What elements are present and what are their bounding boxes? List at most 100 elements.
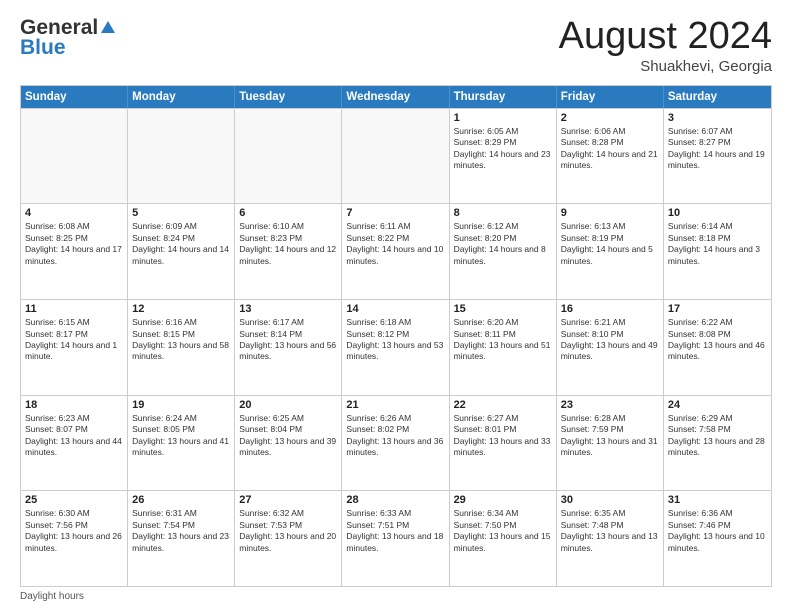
day-number: 19 xyxy=(132,399,230,411)
cell-content: Sunrise: 6:18 AMSunset: 8:12 PMDaylight:… xyxy=(346,317,444,363)
day-number: 16 xyxy=(561,303,659,315)
day-number: 25 xyxy=(25,494,123,506)
day-number: 20 xyxy=(239,399,337,411)
cell-content: Sunrise: 6:11 AMSunset: 8:22 PMDaylight:… xyxy=(346,221,444,267)
calendar-header-cell: Wednesday xyxy=(342,86,449,108)
cell-content: Sunrise: 6:29 AMSunset: 7:58 PMDaylight:… xyxy=(668,413,767,459)
calendar-cell: 21 Sunrise: 6:26 AMSunset: 8:02 PMDayligh… xyxy=(342,396,449,491)
day-number: 7 xyxy=(346,207,444,219)
cell-content: Sunrise: 6:17 AMSunset: 8:14 PMDaylight:… xyxy=(239,317,337,363)
cell-content: Sunrise: 6:21 AMSunset: 8:10 PMDaylight:… xyxy=(561,317,659,363)
calendar-cell: 1Sunrise: 6:05 AMSunset: 8:29 PMDaylight… xyxy=(450,109,557,204)
logo-blue: Blue xyxy=(20,36,66,60)
calendar-cell xyxy=(342,109,449,204)
calendar-header: SundayMondayTuesdayWednesdayThursdayFrid… xyxy=(21,86,771,108)
calendar-header-cell: Friday xyxy=(557,86,664,108)
location: Shuakhevi, Georgia xyxy=(559,58,772,75)
calendar-cell: 2Sunrise: 6:06 AMSunset: 8:28 PMDaylight… xyxy=(557,109,664,204)
month-year: August 2024 xyxy=(559,16,772,58)
cell-content: Sunrise: 6:24 AMSunset: 8:05 PMDaylight:… xyxy=(132,413,230,459)
day-number: 23 xyxy=(561,399,659,411)
header: General Blue August 2024 Shuakhevi, Geor… xyxy=(20,16,772,75)
cell-content: Sunrise: 6:10 AMSunset: 8:23 PMDaylight:… xyxy=(239,221,337,267)
calendar-cell: 26Sunrise: 6:31 AMSunset: 7:54 PMDayligh… xyxy=(128,491,235,586)
calendar-cell: 8 Sunrise: 6:12 AMSunset: 8:20 PMDaylight… xyxy=(450,204,557,299)
cell-content: Sunrise: 6:09 AMSunset: 8:24 PMDaylight:… xyxy=(132,221,230,267)
cell-content: Sunrise: 6:36 AMSunset: 7:46 PMDaylight:… xyxy=(668,508,767,554)
logo: General Blue xyxy=(20,16,118,60)
day-number: 1 xyxy=(454,112,552,124)
day-number: 11 xyxy=(25,303,123,315)
calendar-header-cell: Tuesday xyxy=(235,86,342,108)
day-number: 9 xyxy=(561,207,659,219)
cell-content: Sunrise: 6:23 AMSunset: 8:07 PMDaylight:… xyxy=(25,413,123,459)
cell-content: Sunrise: 6:15 AMSunset: 8:17 PMDaylight:… xyxy=(25,317,123,363)
calendar-header-cell: Sunday xyxy=(21,86,128,108)
calendar-cell: 5Sunrise: 6:09 AMSunset: 8:24 PMDaylight… xyxy=(128,204,235,299)
day-number: 8 xyxy=(454,207,552,219)
day-number: 22 xyxy=(454,399,552,411)
calendar-cell: 15 Sunrise: 6:20 AMSunset: 8:11 PMDayligh… xyxy=(450,300,557,395)
day-number: 29 xyxy=(454,494,552,506)
day-number: 3 xyxy=(668,112,767,124)
calendar-cell xyxy=(235,109,342,204)
calendar-cell: 27Sunrise: 6:32 AMSunset: 7:53 PMDayligh… xyxy=(235,491,342,586)
day-number: 4 xyxy=(25,207,123,219)
day-number: 21 xyxy=(346,399,444,411)
day-number: 10 xyxy=(668,207,767,219)
calendar-body: 1Sunrise: 6:05 AMSunset: 8:29 PMDaylight… xyxy=(21,108,771,586)
cell-content: Sunrise: 6:35 AMSunset: 7:48 PMDaylight:… xyxy=(561,508,659,554)
day-number: 6 xyxy=(239,207,337,219)
day-number: 13 xyxy=(239,303,337,315)
calendar-cell: 4 Sunrise: 6:08 AMSunset: 8:25 PMDaylight… xyxy=(21,204,128,299)
calendar-cell: 3 Sunrise: 6:07 AMSunset: 8:27 PMDaylight… xyxy=(664,109,771,204)
calendar-cell: 30 Sunrise: 6:35 AMSunset: 7:48 PMDayligh… xyxy=(557,491,664,586)
calendar-row: 4 Sunrise: 6:08 AMSunset: 8:25 PMDaylight… xyxy=(21,203,771,299)
calendar-cell: 28Sunrise: 6:33 AMSunset: 7:51 PMDayligh… xyxy=(342,491,449,586)
calendar-header-cell: Saturday xyxy=(664,86,771,108)
calendar: SundayMondayTuesdayWednesdayThursdayFrid… xyxy=(20,85,772,587)
day-number: 15 xyxy=(454,303,552,315)
day-number: 24 xyxy=(668,399,767,411)
cell-content: Sunrise: 6:25 AMSunset: 8:04 PMDaylight:… xyxy=(239,413,337,459)
calendar-cell: 29Sunrise: 6:34 AMSunset: 7:50 PMDayligh… xyxy=(450,491,557,586)
cell-content: Sunrise: 6:12 AMSunset: 8:20 PMDaylight:… xyxy=(454,221,552,267)
day-number: 14 xyxy=(346,303,444,315)
calendar-cell: 12Sunrise: 6:16 AMSunset: 8:15 PMDayligh… xyxy=(128,300,235,395)
calendar-cell: 13 Sunrise: 6:17 AMSunset: 8:14 PMDayligh… xyxy=(235,300,342,395)
day-number: 27 xyxy=(239,494,337,506)
calendar-cell: 11 Sunrise: 6:15 AMSunset: 8:17 PMDayligh… xyxy=(21,300,128,395)
calendar-cell: 16 Sunrise: 6:21 AMSunset: 8:10 PMDayligh… xyxy=(557,300,664,395)
title-block: August 2024 Shuakhevi, Georgia xyxy=(559,16,772,75)
cell-content: Sunrise: 6:08 AMSunset: 8:25 PMDaylight:… xyxy=(25,221,123,267)
day-number: 30 xyxy=(561,494,659,506)
calendar-row: 25Sunrise: 6:30 AMSunset: 7:56 PMDayligh… xyxy=(21,490,771,586)
calendar-cell: 25Sunrise: 6:30 AMSunset: 7:56 PMDayligh… xyxy=(21,491,128,586)
calendar-cell: 18 Sunrise: 6:23 AMSunset: 8:07 PMDayligh… xyxy=(21,396,128,491)
day-number: 31 xyxy=(668,494,767,506)
cell-content: Sunrise: 6:14 AMSunset: 8:18 PMDaylight:… xyxy=(668,221,767,267)
cell-content: Sunrise: 6:16 AMSunset: 8:15 PMDaylight:… xyxy=(132,317,230,363)
day-number: 28 xyxy=(346,494,444,506)
calendar-cell: 24 Sunrise: 6:29 AMSunset: 7:58 PMDayligh… xyxy=(664,396,771,491)
cell-content: Sunrise: 6:13 AMSunset: 8:19 PMDaylight:… xyxy=(561,221,659,267)
calendar-cell: 22Sunrise: 6:27 AMSunset: 8:01 PMDayligh… xyxy=(450,396,557,491)
cell-content: Sunrise: 6:26 AMSunset: 8:02 PMDaylight:… xyxy=(346,413,444,459)
day-number: 26 xyxy=(132,494,230,506)
page: General Blue August 2024 Shuakhevi, Geor… xyxy=(0,0,792,612)
cell-content: Sunrise: 6:20 AMSunset: 8:11 PMDaylight:… xyxy=(454,317,552,363)
calendar-row: 18 Sunrise: 6:23 AMSunset: 8:07 PMDayligh… xyxy=(21,395,771,491)
day-number: 18 xyxy=(25,399,123,411)
calendar-cell: 19 Sunrise: 6:24 AMSunset: 8:05 PMDayligh… xyxy=(128,396,235,491)
calendar-cell: 20 Sunrise: 6:25 AMSunset: 8:04 PMDayligh… xyxy=(235,396,342,491)
calendar-cell: 14 Sunrise: 6:18 AMSunset: 8:12 PMDayligh… xyxy=(342,300,449,395)
calendar-cell: 17Sunrise: 6:22 AMSunset: 8:08 PMDayligh… xyxy=(664,300,771,395)
day-number: 17 xyxy=(668,303,767,315)
cell-content: Sunrise: 6:28 AMSunset: 7:59 PMDaylight:… xyxy=(561,413,659,459)
footer-note: Daylight hours xyxy=(20,591,772,602)
cell-content: Sunrise: 6:06 AMSunset: 8:28 PMDaylight:… xyxy=(561,126,659,172)
calendar-cell xyxy=(21,109,128,204)
cell-content: Sunrise: 6:07 AMSunset: 8:27 PMDaylight:… xyxy=(668,126,767,172)
calendar-cell: 6 Sunrise: 6:10 AMSunset: 8:23 PMDaylight… xyxy=(235,204,342,299)
calendar-header-cell: Thursday xyxy=(450,86,557,108)
